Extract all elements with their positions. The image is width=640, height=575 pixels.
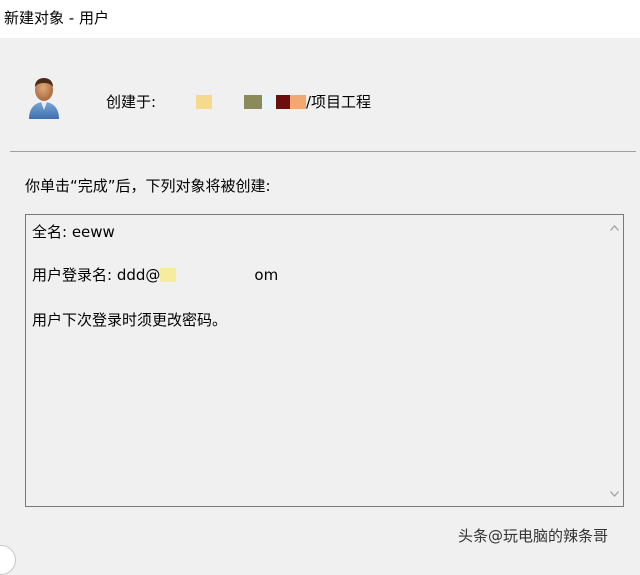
redacted-block [160, 268, 177, 282]
window-titlebar: 新建对象 - 用户 [0, 0, 640, 38]
redacted-block [262, 95, 276, 109]
corner-handle [0, 545, 16, 575]
password-note-line: 用户下次登录时须更改密码。 [32, 311, 228, 329]
window-title: 新建对象 - 用户 [4, 9, 109, 27]
redacted-block [176, 268, 254, 282]
container-path: /项目工程 [196, 92, 371, 112]
scroll-up-arrow[interactable] [606, 219, 623, 236]
full-name-line: 全名: eeww [32, 223, 115, 241]
login-suffix: om [254, 266, 279, 284]
chevron-up-icon [610, 224, 619, 231]
scroll-down-arrow[interactable] [606, 485, 623, 502]
created-in-label: 创建于: [106, 93, 157, 111]
vertical-scrollbar[interactable] [606, 215, 623, 506]
path-suffix: /项目工程 [306, 93, 372, 111]
summary-textbox[interactable]: 全名: eeww 用户登录名: ddd@ om 用户下次登录时须更改密码。 [25, 214, 624, 507]
login-name-line: 用户登录名: ddd@ om [32, 265, 278, 285]
redacted-block [244, 95, 262, 109]
redacted-block [276, 95, 290, 109]
redacted-block [290, 95, 306, 109]
login-prefix: 用户登录名: ddd@ [32, 266, 161, 284]
instruction-text: 你单击“完成”后，下列对象将被创建: [25, 177, 271, 195]
redacted-block [196, 95, 212, 109]
divider [10, 151, 636, 152]
watermark-text: 头条@玩电脑的辣条哥 [458, 527, 609, 545]
chevron-down-icon [610, 490, 619, 497]
redacted-block [212, 95, 244, 109]
user-icon [29, 78, 59, 119]
